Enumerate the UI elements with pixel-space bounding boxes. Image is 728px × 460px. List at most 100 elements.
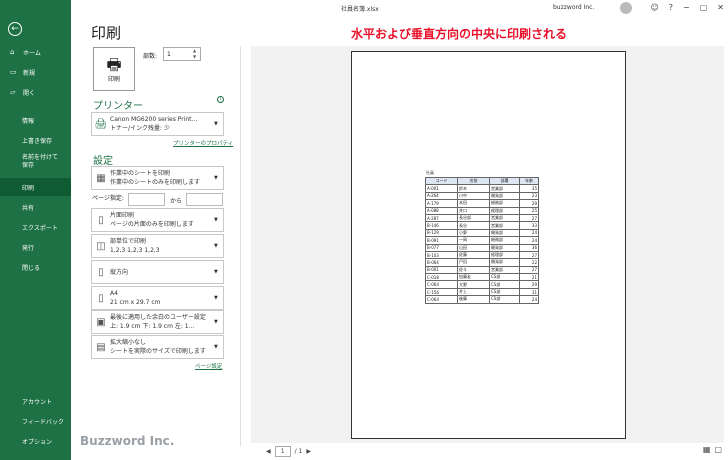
table-cell: C-064 [425,280,458,289]
paper-icon: ▯ [98,292,104,304]
title-bar: 社員名簿.xlsx buzzword Inc. ☺ ? − ▢ ✕ [71,0,728,16]
chevron-down-icon: ▼ [214,295,218,301]
sidebar-item-info[interactable]: 情報 [0,111,71,129]
sidebar-item-export[interactable]: エクスポート [0,218,71,236]
share-icon[interactable]: ☺ [650,3,658,12]
close-icon[interactable]: ✕ [717,3,724,12]
header-dept: 部署 [489,176,520,186]
zoom-to-page-icon[interactable]: ▢ [714,445,722,454]
table-cell: 営業部 [489,184,520,193]
user-name[interactable]: buzzword Inc. [553,4,594,11]
table-cell: B-064 [425,258,458,267]
table-cell: 大野 [457,280,490,289]
table-row: A-287 長谷部 営業部 27 [425,213,539,223]
table-row: B-001 佐々 営業部 27 [425,265,539,275]
table-cell: 33 [519,221,539,230]
panel-divider [240,46,241,446]
next-page-icon[interactable]: ▶ [306,448,311,455]
print-scope-dropdown[interactable]: ▦ 作業中のシートを印刷 作業中のシートのみを印刷します ▼ [91,166,224,190]
table-cell: 開発部 [489,191,520,201]
sidebar-item-open[interactable]: ▱ 開く [0,83,71,101]
sidebar-item-save[interactable]: 上書き保存 [0,131,71,149]
table-cell: CS部 [489,295,520,304]
table-cell: CS部 [489,273,520,282]
table-row: C-064 大野 CS部 29 [425,280,539,289]
table-row: B-129 小野 開発部 24 [425,228,539,238]
sidebar-item-publish[interactable]: 発行 [0,238,71,256]
one-sided-icon: ▯ [98,214,104,226]
printer-icon: 🖶 [106,54,122,74]
pages-from-input[interactable] [128,193,165,206]
sidebar-item-account[interactable]: アカウント [0,392,71,410]
printer-dropdown[interactable]: 🖨 Canon MG6200 series Print… トナー/インク残量: 少… [91,112,224,136]
pages-label: ページ指定: [92,195,124,202]
minimize-icon[interactable]: − [683,3,690,12]
pages-to-input[interactable] [186,193,223,206]
table-cell: 27 [519,265,539,275]
duplex-dropdown[interactable]: ▯ 片面印刷 ページの片面のみを印刷します ▼ [91,208,224,232]
sheet-grid-icon: ▦ [96,172,106,184]
sidebar-item-home[interactable]: ⌂ ホーム [0,43,71,61]
table-cell: 24 [519,228,539,238]
table-cell: 開発部 [489,258,520,267]
sidebar-item-new[interactable]: ▭ 新規 [0,63,71,81]
show-margins-icon[interactable]: ▦ [703,445,711,454]
table-cell: 36 [519,243,539,252]
table-cell: B-001 [425,265,458,275]
header-age: 年齢 [519,176,539,186]
page-setup-link[interactable]: ページ設定 [195,362,222,370]
preview-table: コード 名前 部署 年齢 A-001 鈴木 営業部 35 A-264 川中 開発部 23 A-1… [425,176,539,304]
table-cell: 川中 [457,191,490,201]
avatar[interactable] [620,2,632,14]
chevron-down-icon: ▼ [214,319,218,325]
previous-page-icon[interactable]: ◀ [266,448,271,455]
help-icon[interactable]: ? [669,3,673,12]
back-arrow-icon[interactable]: ← [8,22,22,36]
printer-heading: プリンター [93,101,143,112]
print-button[interactable]: 🖶 印刷 [93,47,135,91]
page-number-input[interactable]: 1 [274,446,291,457]
paper-size-dropdown[interactable]: ▯ A4 21 cm x 29.7 cm ▼ [91,286,224,310]
table-cell: C-018 [425,273,458,282]
sidebar-item-share[interactable]: 共有 [0,198,71,216]
table-cell: 27 [519,213,539,223]
table-cell: 21 [519,273,539,282]
info-icon[interactable]: i [217,96,224,103]
table-cell: 佐藤 [457,250,490,260]
table-row: A-179 本田 総務部 29 [425,199,539,208]
printer-check-icon: 🖨 [94,118,108,130]
sidebar-item-close[interactable]: 閉じる [0,258,71,276]
printer-properties-link[interactable]: プリンターのプロパティ [173,139,233,147]
sidebar-item-print[interactable]: 印刷 [0,178,71,196]
table-cell: 小野 [457,228,490,238]
table-row: C-156 井上 CS部 31 [425,287,539,297]
margins-icon: ▣ [96,316,106,328]
table-cell: 29 [519,280,539,289]
table-cell: 35 [519,184,539,193]
table-cell: B-146 [425,221,458,230]
home-icon: ⌂ [10,48,15,56]
chevron-down-icon: ▼ [214,344,218,350]
table-cell: 24 [519,295,539,304]
table-row: C-018 加藤友 CS部 21 [425,273,539,282]
table-cell: 井口 [457,206,490,215]
scaling-dropdown[interactable]: ▤ 拡大縮小なし シートを実際のサイズで印刷します ▼ [91,335,224,359]
table-row: C-064 後藤 CS部 24 [425,295,539,304]
table-cell: B-129 [425,228,458,238]
header-name: 名前 [457,176,490,186]
table-cell: 営業部 [489,221,520,230]
collate-dropdown[interactable]: ◫ 部単位で印刷 1,2,3 1,2,3 1,2,3 ▼ [91,234,224,258]
table-cell: 井上 [457,287,490,297]
table-row: B-077 山田 開発部 36 [425,243,539,252]
sidebar-item-feedback[interactable]: フィードバック [0,412,71,430]
scaling-icon: ▤ [96,341,106,353]
orientation-dropdown[interactable]: ▯ 縦方向 ▼ [91,260,224,284]
table-cell: B-091 [425,236,458,245]
copies-spinner-icon[interactable]: ▲ ▼ [193,48,196,60]
margins-dropdown[interactable]: ▣ 最後に適用した余白のユーザー設定 上: 1.9 cm 下: 1.9 cm 左:… [91,310,224,334]
watermark: Buzzword Inc. [80,434,175,448]
chevron-down-icon: ▼ [214,243,218,249]
maximize-icon[interactable]: ▢ [700,3,708,12]
sidebar-item-save-as[interactable]: 名前を付けて保存 [0,151,62,173]
sidebar-item-options[interactable]: オプション [0,432,71,450]
